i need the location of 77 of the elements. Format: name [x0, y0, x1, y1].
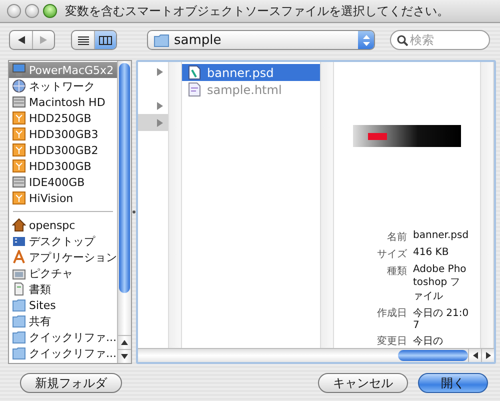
minimize-button[interactable] [25, 4, 39, 18]
folder-icon [12, 330, 26, 344]
sidebar-item[interactable]: 共有 [9, 313, 117, 329]
splitter-handle-icon[interactable] [132, 210, 136, 214]
globe-icon [12, 79, 26, 93]
zoom-button[interactable] [43, 4, 57, 18]
scroll-up-icon[interactable] [121, 340, 128, 345]
drive-icon [12, 111, 26, 125]
sidebar-item[interactable]: HDD300GB2 [9, 142, 117, 158]
disclosure-triangle-icon [157, 68, 163, 76]
info-value: 416 KB [413, 247, 450, 260]
scroll-right-icon[interactable] [486, 352, 490, 359]
info-label: 名前 [386, 231, 407, 244]
disclosure-triangle-icon [157, 102, 163, 110]
info-value: 今日の [413, 335, 444, 348]
info-value: banner.psd [413, 230, 469, 243]
sidebar-item[interactable]: PowerMacG5x2 [9, 62, 117, 78]
path-popup[interactable]: sample [147, 30, 375, 50]
right-arrow-icon [40, 36, 47, 44]
drive-icon [12, 143, 26, 157]
horizontal-scrollbar[interactable] [138, 348, 494, 362]
document-icon [187, 65, 202, 80]
drive-icon [12, 127, 26, 141]
info-label: 種類 [386, 264, 407, 279]
info-label: 変更日 [376, 334, 407, 348]
drive-icon [12, 159, 26, 173]
search-input[interactable]: 検索 [410, 33, 476, 47]
desktop-icon [12, 234, 26, 248]
sidebar-item[interactable]: HDD250GB [9, 110, 117, 126]
sidebar-item[interactable]: クイックリファ... [9, 345, 117, 361]
folder-icon [12, 298, 26, 312]
column-view-button[interactable] [94, 31, 116, 49]
sidebar-item[interactable]: HDD300GB3 [9, 126, 117, 142]
vertical-scrollbar[interactable] [117, 61, 131, 363]
scroll-left-icon[interactable] [472, 352, 478, 359]
info-label: サイズ [376, 248, 407, 261]
scroll-down-icon[interactable] [121, 354, 128, 359]
folder-icon [12, 346, 26, 360]
sidebar-item[interactable]: HiVision [9, 190, 117, 206]
document-icon [12, 282, 26, 296]
close-button[interactable] [7, 4, 21, 18]
list-view-icon [78, 36, 88, 44]
info-value: 今日の 21:07 [413, 307, 469, 331]
folder-icon [12, 314, 26, 328]
sidebar-item[interactable]: クイックリファ... [9, 329, 117, 345]
file-row[interactable]: banner.psd [182, 64, 320, 81]
sidebar-item[interactable]: Sites [9, 297, 117, 313]
scroll-thumb[interactable] [119, 63, 130, 293]
sidebar-item[interactable]: HDD300GB [9, 158, 117, 174]
sidebar-item[interactable]: デスクトップ [9, 233, 117, 249]
column-view-icon [99, 36, 112, 44]
folder-icon [154, 34, 169, 46]
cancel-button[interactable]: キャンセル [318, 373, 408, 393]
sidebar-item[interactable]: Macintosh HD [9, 94, 117, 110]
search-icon [397, 34, 408, 46]
window-title: 変数を含むスマートオブジェクトソースファイルを選択してください。 [65, 2, 449, 20]
drive-icon [12, 191, 26, 205]
info-value: Adobe Photoshop ファイル [413, 264, 468, 303]
disclosure-triangle-icon [157, 118, 163, 126]
info-label: 作成日 [376, 306, 407, 321]
sidebar-item[interactable]: アプリケーション [9, 249, 117, 265]
scroll-thumb[interactable] [398, 350, 468, 361]
search-field[interactable]: 検索 [390, 30, 490, 50]
computer-icon [12, 63, 26, 77]
open-button[interactable]: 開く [418, 373, 488, 393]
house-icon [12, 218, 26, 232]
sidebar-item[interactable]: ネットワーク [9, 78, 117, 94]
new-folder-button[interactable]: 新規フォルダ [20, 373, 122, 393]
sidebar-item[interactable]: openspc [9, 217, 117, 233]
sidebar-item[interactable]: IDE400GB [9, 174, 117, 190]
left-arrow-icon [18, 36, 24, 44]
folder-row[interactable] [138, 114, 168, 131]
sidebar-item[interactable]: ピクチャ [9, 265, 117, 281]
sidebar-item[interactable]: 書類 [9, 281, 117, 297]
stepper-icon [362, 34, 370, 46]
document-icon [187, 82, 202, 97]
file-row: sample.html [182, 81, 320, 98]
